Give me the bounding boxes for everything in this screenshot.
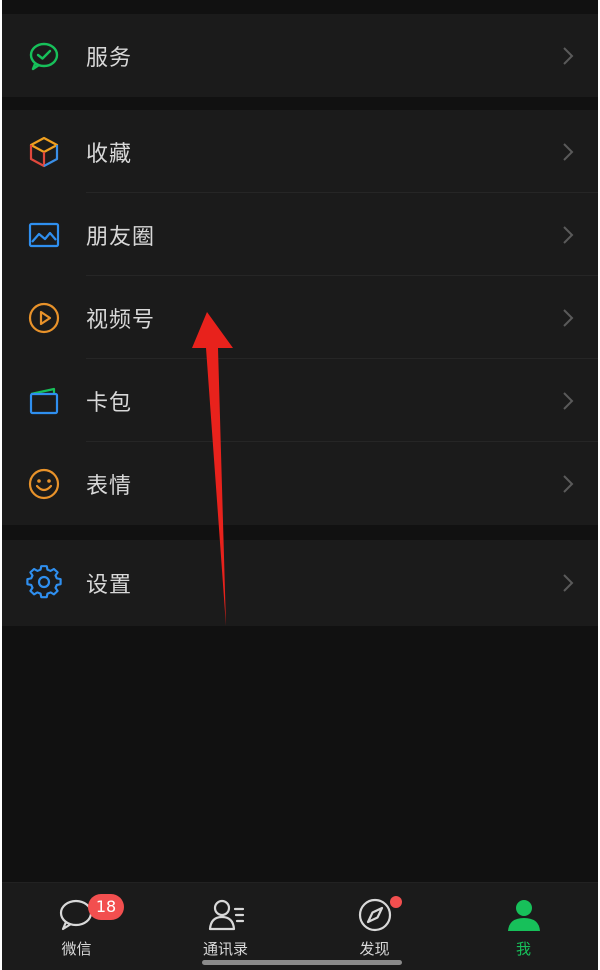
cards-row[interactable]: 卡包 (2, 359, 598, 442)
image-icon (26, 217, 62, 253)
main-menu-group: 收藏 朋友圈 视频号 卡包 表情 (2, 110, 598, 525)
me-page-screen: 服务 收藏 朋友圈 视频号 卡包 表情 设置 微信 18 通讯录 发现 我 (2, 0, 598, 970)
channels-row[interactable]: 视频号 (2, 276, 598, 359)
favorites-label: 收藏 (86, 141, 133, 167)
chevron-right-icon (562, 474, 574, 494)
favorites-row[interactable]: 收藏 (2, 110, 598, 193)
moments-label: 朋友圈 (86, 224, 156, 250)
tab-discover[interactable]: 发现 (300, 883, 449, 970)
tab-contacts-label: 通讯录 (202, 940, 248, 958)
tab-me-label: 我 (515, 940, 531, 958)
stickers-row[interactable]: 表情 (2, 442, 598, 525)
chevron-right-icon (562, 308, 574, 328)
tab-me[interactable]: 我 (449, 883, 598, 970)
unread-badge: 18 (88, 894, 124, 920)
chevron-right-icon (562, 46, 574, 66)
contacts-icon (206, 895, 246, 935)
chevron-right-icon (562, 391, 574, 411)
tab-contacts[interactable]: 通讯录 (151, 883, 300, 970)
home-indicator (202, 960, 402, 965)
moments-row[interactable]: 朋友圈 (2, 193, 598, 276)
bottom-tab-bar: 微信 18 通讯录 发现 我 (2, 882, 598, 970)
tab-chats-label: 微信 (61, 940, 92, 958)
chevron-right-icon (562, 573, 574, 593)
settings-group: 设置 (2, 540, 598, 626)
cards-label: 卡包 (86, 390, 133, 416)
chevron-right-icon (562, 142, 574, 162)
services-group: 服务 (2, 14, 598, 97)
stickers-label: 表情 (86, 473, 133, 499)
discover-notification-dot (390, 896, 402, 908)
cube-icon (26, 134, 62, 170)
compass-icon (355, 895, 395, 935)
smiley-icon (26, 466, 62, 502)
play-circle-icon (26, 300, 62, 336)
tab-discover-label: 发现 (359, 940, 390, 958)
settings-row[interactable]: 设置 (2, 540, 598, 626)
chevron-right-icon (562, 225, 574, 245)
card-wallet-icon (26, 383, 62, 419)
gear-icon (26, 565, 62, 601)
services-wechat-icon (26, 38, 62, 74)
tab-chats[interactable]: 微信 18 (2, 883, 151, 970)
channels-label: 视频号 (86, 307, 156, 333)
settings-label: 设置 (86, 573, 133, 598)
services-row[interactable]: 服务 (2, 14, 598, 97)
services-label: 服务 (86, 45, 133, 71)
person-icon (504, 895, 544, 935)
